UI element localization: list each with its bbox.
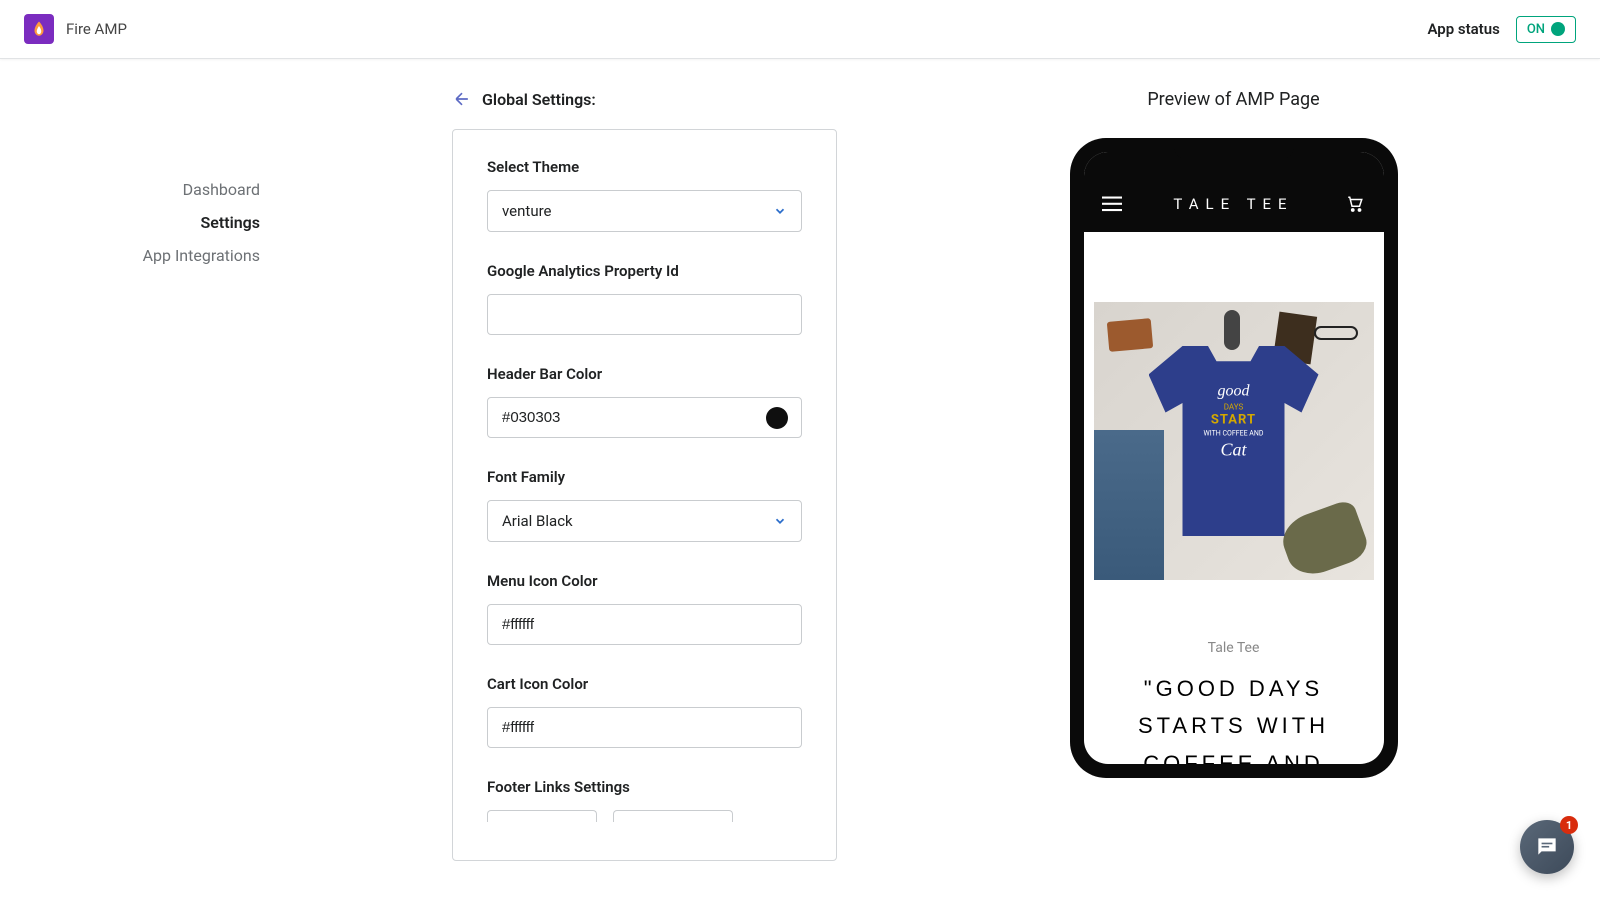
status-toggle-text: ON	[1527, 22, 1545, 37]
preview-body: good DAYS START WITH COFFEE AND Cat Tale…	[1084, 302, 1384, 764]
cart-icon[interactable]	[1345, 195, 1365, 213]
flatlay-watch	[1224, 310, 1240, 350]
font-label: Font Family	[487, 468, 802, 486]
app-header: Fire AMP App status ON	[0, 0, 1600, 59]
cart-icon-color-input[interactable]	[487, 707, 802, 748]
flatlay-shoes	[1276, 498, 1372, 582]
cart-icon-color-label: Cart Icon Color	[487, 675, 802, 693]
preview-column: Preview of AMP Page TALE TEE	[867, 89, 1600, 861]
form-group-menu-icon-color: Menu Icon Color	[487, 572, 802, 645]
flame-icon	[30, 20, 48, 38]
sidebar: Dashboard Settings App Integrations	[0, 89, 260, 861]
app-name: Fire AMP	[66, 20, 127, 38]
footer-link-input-2[interactable]	[613, 810, 733, 822]
ga-label: Google Analytics Property Id	[487, 262, 802, 280]
preview-header-bar: TALE TEE	[1084, 176, 1384, 232]
content-area: Global Settings: Select Theme venture	[260, 89, 1600, 861]
flatlay-glasses	[1314, 326, 1358, 340]
theme-value: venture	[502, 202, 551, 220]
status-dot-icon	[1551, 22, 1565, 36]
back-arrow-icon[interactable]	[452, 89, 472, 109]
form-group-cart-icon-color: Cart Icon Color	[487, 675, 802, 748]
preview-store-name: TALE TEE	[1173, 195, 1293, 213]
sidebar-item-app-integrations[interactable]: App Integrations	[140, 239, 260, 272]
preview-product-image: good DAYS START WITH COFFEE AND Cat	[1094, 302, 1374, 580]
form-group-font: Font Family Arial Black	[487, 468, 802, 542]
settings-column: Global Settings: Select Theme venture	[452, 89, 837, 861]
page-title: Global Settings:	[482, 90, 596, 109]
form-group-ga: Google Analytics Property Id	[487, 262, 802, 335]
theme-select[interactable]: venture	[487, 190, 802, 232]
phone-screen: TALE TEE	[1084, 152, 1384, 764]
header-color-label: Header Bar Color	[487, 365, 802, 383]
sidebar-item-dashboard[interactable]: Dashboard	[140, 173, 260, 206]
chat-icon	[1534, 834, 1560, 860]
menu-icon-color-input[interactable]	[487, 604, 802, 645]
form-group-footer-links: Footer Links Settings	[487, 778, 802, 822]
preview-title: Preview of AMP Page	[867, 89, 1600, 110]
form-group-theme: Select Theme venture	[487, 158, 802, 232]
font-value: Arial Black	[502, 512, 573, 530]
tshirt-graphic: good DAYS START WITH COFFEE AND Cat	[1149, 346, 1319, 536]
menu-icon[interactable]	[1102, 196, 1122, 212]
flatlay-jeans	[1094, 430, 1164, 580]
flatlay-wallet	[1106, 318, 1152, 352]
form-group-header-color: Header Bar Color	[487, 365, 802, 438]
theme-label: Select Theme	[487, 158, 802, 176]
settings-panel: Select Theme venture Google Analytics Pr…	[452, 129, 837, 861]
header-right: App status ON	[1427, 16, 1576, 43]
phone-notch	[1174, 138, 1294, 160]
page-title-row: Global Settings:	[452, 89, 837, 109]
tshirt-print-text: good DAYS START WITH COFFEE AND Cat	[1204, 382, 1264, 463]
menu-icon-color-label: Menu Icon Color	[487, 572, 802, 590]
app-logo	[24, 14, 54, 44]
header-color-swatch[interactable]	[766, 407, 788, 429]
sidebar-item-settings[interactable]: Settings	[140, 206, 260, 239]
chat-bubble[interactable]: 1	[1520, 820, 1574, 874]
header-left: Fire AMP	[24, 14, 127, 44]
chat-badge: 1	[1560, 816, 1578, 834]
app-status-toggle[interactable]: ON	[1516, 16, 1576, 43]
preview-brand: Tale Tee	[1084, 640, 1384, 656]
footer-link-input-1[interactable]	[487, 810, 597, 822]
preview-product-title: "GOOD DAYS STARTS WITH COFFEE AND	[1084, 670, 1384, 764]
ga-input[interactable]	[487, 294, 802, 335]
app-status-label: App status	[1427, 20, 1499, 38]
chevron-down-icon	[773, 204, 787, 218]
phone-frame: TALE TEE	[1070, 138, 1398, 778]
chevron-down-icon	[773, 514, 787, 528]
footer-links-label: Footer Links Settings	[487, 778, 802, 796]
main-content: Dashboard Settings App Integrations Glob…	[0, 59, 1600, 861]
header-color-input[interactable]	[487, 397, 802, 438]
font-select[interactable]: Arial Black	[487, 500, 802, 542]
